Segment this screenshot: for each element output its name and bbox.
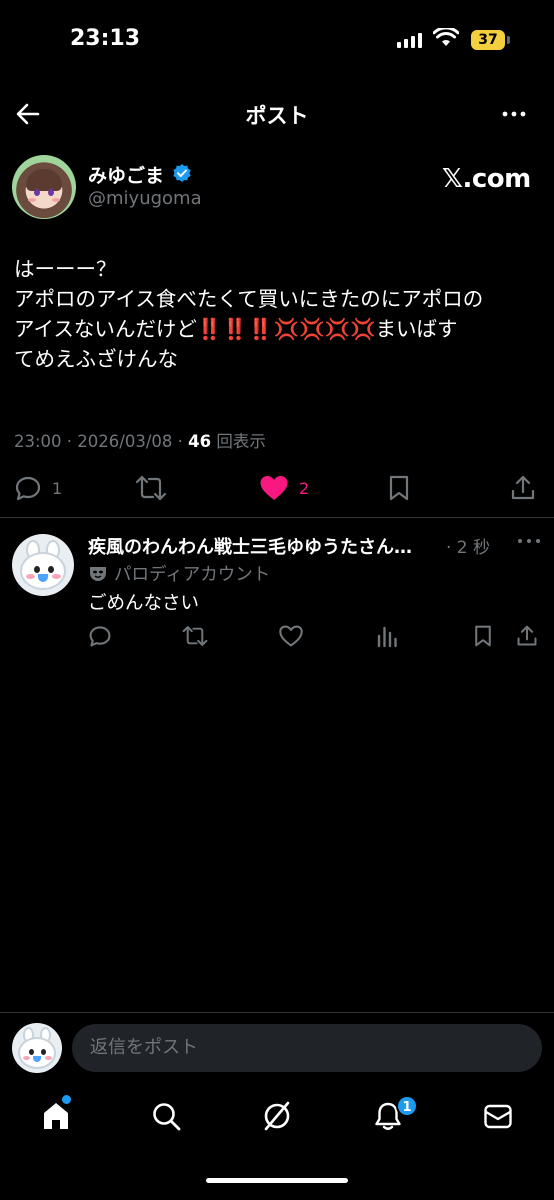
top-bar: ポスト: [0, 90, 554, 138]
divider: [0, 517, 554, 518]
status-time: 23:13: [70, 26, 141, 51]
grok-icon[interactable]: [261, 1100, 293, 1132]
battery-cap: [507, 36, 510, 44]
compose-avatar: [12, 1023, 62, 1073]
reply-retweet-icon[interactable]: [182, 624, 208, 648]
tweet-actions: 1 2: [0, 470, 554, 506]
reply-bookmark-icon[interactable]: [472, 624, 494, 648]
wifi-icon: [433, 28, 459, 46]
reply-text: ごめんなさい: [88, 593, 200, 614]
bookmark-icon: [389, 475, 409, 501]
home-icon[interactable]: [40, 1100, 72, 1132]
tweet-line-3b: まいばす: [375, 317, 458, 341]
reply-views-icon[interactable]: [376, 624, 398, 648]
mask-icon: [90, 566, 106, 581]
like-button[interactable]: 2: [259, 474, 309, 502]
share-button[interactable]: [510, 474, 536, 502]
bottom-nav: [0, 1090, 554, 1150]
messages-icon[interactable]: [482, 1100, 514, 1132]
parody-label: パロディアカウント: [88, 561, 270, 586]
reply-reply-icon[interactable]: [88, 624, 112, 648]
tweet-text: はーーー？ アポロのアイス食べたくて買いにきたのにアポロの アイスないんだけど‼…: [14, 254, 534, 374]
author-name[interactable]: みゆごま: [88, 161, 164, 188]
reply-actions: [0, 624, 554, 652]
home-new-dot: [62, 1095, 71, 1104]
tweet-emoji: ‼️‼️‼️💢💢💢💢: [196, 317, 376, 341]
reply-count: 1: [52, 478, 63, 498]
reply-icon: [15, 476, 41, 501]
reply-button[interactable]: 1: [14, 474, 62, 502]
signal-icon: [397, 32, 422, 48]
compose-divider: [0, 1012, 554, 1013]
views-count[interactable]: 46: [188, 432, 211, 451]
more-options-icon[interactable]: [500, 100, 528, 128]
home-indicator: [206, 1178, 348, 1183]
share-icon: [511, 475, 535, 500]
page-title: ポスト: [245, 104, 309, 128]
like-count: 2: [299, 478, 310, 498]
retweet-button[interactable]: [135, 474, 167, 502]
author-handle[interactable]: @miyugoma: [88, 188, 202, 209]
status-bar: 23:13 37: [0, 0, 554, 80]
reply-like-icon[interactable]: [278, 624, 304, 648]
tweet-line-3a: アイスないんだけど: [14, 317, 197, 341]
reply-author-name[interactable]: 疾風のわんわん戦士三毛ゆゆうたさん…: [88, 533, 444, 559]
tweet-meta: 23:00 · 2026/03/08 · 46 回表示: [14, 428, 266, 452]
notification-badge: 1: [396, 1095, 418, 1117]
author-avatar[interactable]: [12, 155, 76, 219]
source-badge: 𝕏.com: [442, 164, 531, 194]
reply-time: · 2 秒: [446, 538, 491, 558]
views-label: 回表示: [211, 432, 266, 451]
reply-compose-input[interactable]: 返信をポスト: [72, 1024, 542, 1072]
bookmark-button[interactable]: [386, 474, 412, 502]
reply-avatar[interactable]: [12, 534, 74, 596]
heart-filled-icon: [260, 476, 288, 500]
retweet-icon: [135, 475, 167, 501]
reply-share-icon[interactable]: [516, 624, 538, 648]
search-icon[interactable]: [150, 1100, 182, 1132]
verified-badge-icon: [173, 164, 191, 182]
tweet-line-2: アポロのアイス食べたくて買いにきたのにアポロの: [14, 287, 484, 311]
tweet-timestamp: 23:00 · 2026/03/08 ·: [14, 432, 189, 451]
tweet-line-1: はーーー？: [14, 257, 117, 281]
reply-more-icon[interactable]: [516, 536, 542, 546]
battery-icon: 37: [471, 30, 505, 50]
parody-label-text: パロディアカウント: [114, 565, 271, 585]
tweet-line-4: てめえふざけんな: [14, 347, 178, 371]
